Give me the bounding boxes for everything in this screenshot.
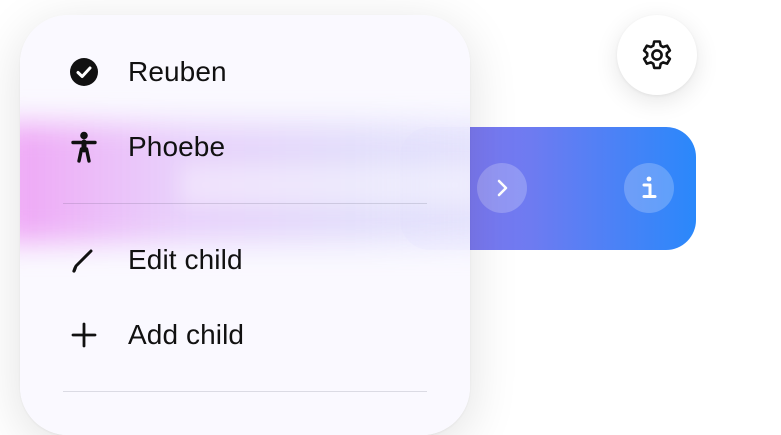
- menu-item-edit-child[interactable]: Edit child: [20, 228, 470, 292]
- menu-item-label: Reuben: [128, 56, 227, 87]
- info-button[interactable]: [624, 163, 674, 213]
- plus-icon: [68, 319, 100, 351]
- chevron-right-icon: [497, 179, 508, 197]
- next-button[interactable]: [477, 163, 527, 213]
- checkmark-circle-icon: [68, 56, 100, 88]
- menu-divider: [63, 391, 427, 392]
- child-switcher-menu: Reuben Phoebe Edit child Add child: [20, 15, 470, 435]
- settings-button[interactable]: [617, 15, 697, 95]
- pencil-icon: [68, 244, 100, 276]
- menu-item-label: Edit child: [128, 244, 243, 275]
- menu-item-add-child[interactable]: Add child: [20, 303, 470, 367]
- menu-item-label: Phoebe: [128, 131, 226, 162]
- info-icon: [642, 176, 657, 198]
- menu-item-reuben[interactable]: Reuben: [20, 40, 470, 104]
- person-icon: [68, 131, 100, 163]
- gear-icon: [642, 40, 672, 70]
- menu-divider: [63, 203, 427, 204]
- menu-item-phoebe[interactable]: Phoebe: [20, 115, 470, 179]
- menu-item-label: Add child: [128, 319, 245, 350]
